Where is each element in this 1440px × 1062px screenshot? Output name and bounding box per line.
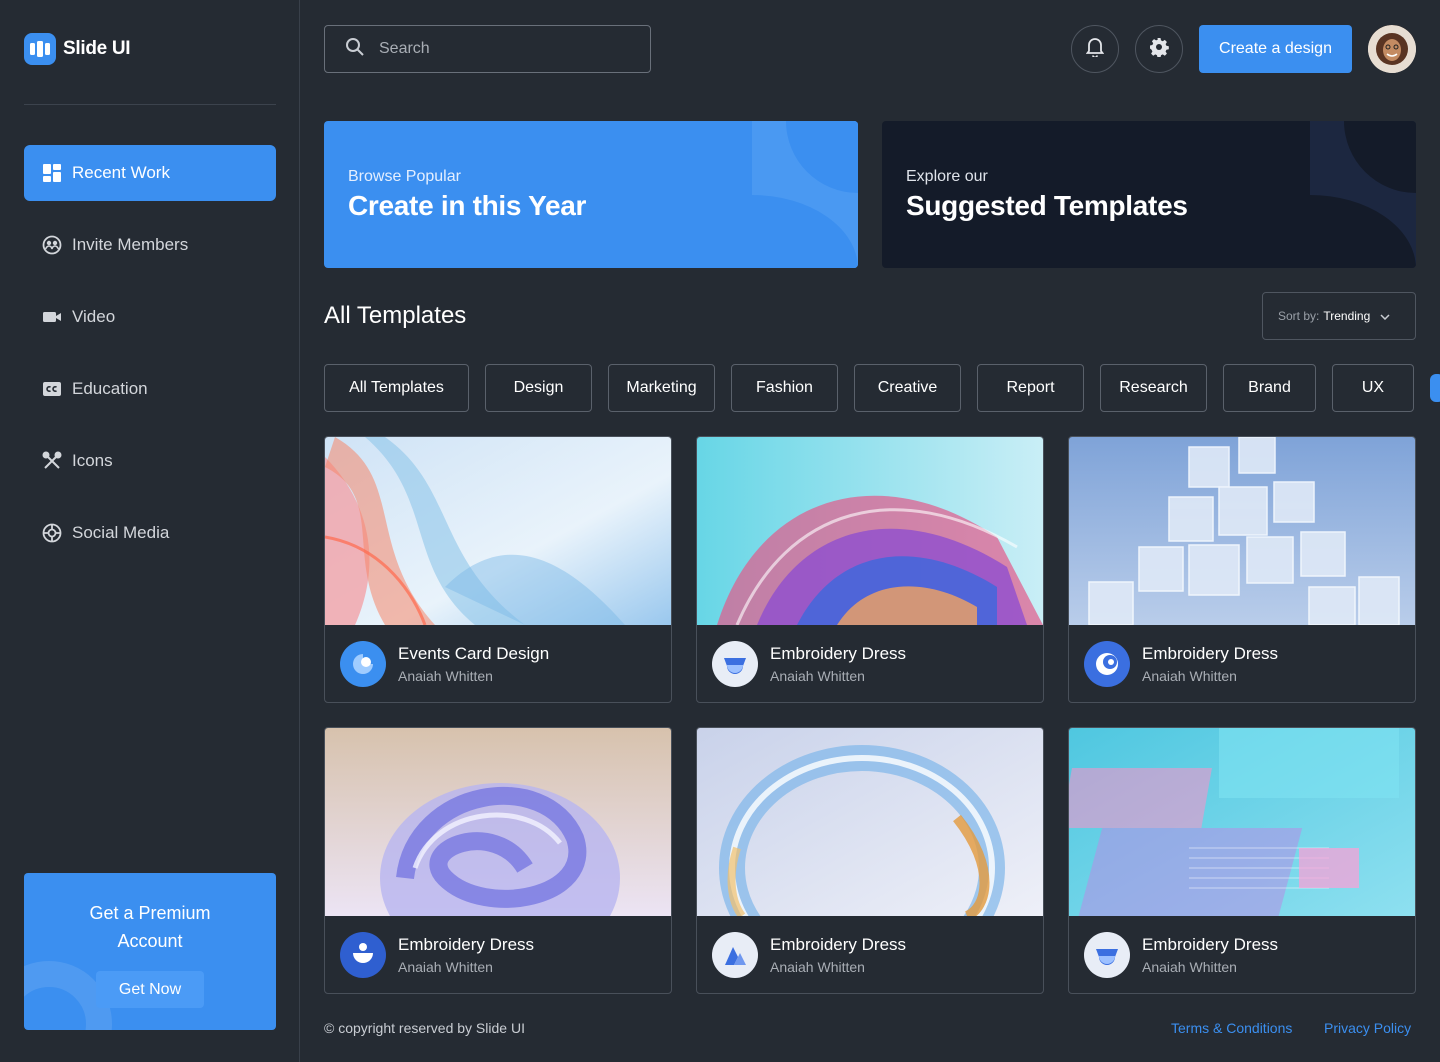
search-icon <box>345 37 365 62</box>
chevron-down-icon <box>1380 309 1390 323</box>
sidebar-nav: Recent Work Invite Members Video Educati… <box>24 145 276 577</box>
template-thumbnail <box>697 728 1043 916</box>
category-chip[interactable]: Marketing <box>608 364 715 412</box>
category-chip[interactable]: Research <box>1100 364 1207 412</box>
template-logo-icon <box>712 932 758 978</box>
sidebar-item-label: Education <box>72 379 148 398</box>
slides-logo-icon <box>24 33 56 65</box>
category-chip[interactable]: Report <box>977 364 1084 412</box>
template-title: Embroidery Dress <box>770 935 907 954</box>
sidebar-divider <box>24 104 276 105</box>
template-author: Anaiah Whitten <box>398 959 493 975</box>
sort-value: Trending <box>1323 309 1371 323</box>
template-title: Embroidery Dress <box>398 935 535 954</box>
sort-dropdown[interactable]: Sort by: Trending <box>1262 292 1416 340</box>
template-title: Events Card Design <box>398 644 550 663</box>
gear-icon <box>1149 37 1169 62</box>
sidebar-item-recent-work[interactable]: Recent Work <box>24 145 276 201</box>
template-card[interactable]: Embroidery Dress Anaiah Whitten <box>696 436 1044 703</box>
category-chip[interactable]: Design <box>485 364 592 412</box>
template-title: Embroidery Dress <box>1142 644 1279 663</box>
category-chip[interactable]: UX <box>1332 364 1414 412</box>
copyright: © copyright reserved by Slide UI <box>324 1020 525 1036</box>
notification-button[interactable] <box>1071 25 1119 73</box>
promo-title: Get a Premium Account <box>89 903 211 951</box>
sidebar-item-invite-members[interactable]: Invite Members <box>24 217 276 273</box>
category-chip[interactable]: Fashion <box>731 364 838 412</box>
template-card[interactable]: Embroidery Dress Anaiah Whitten <box>324 727 672 994</box>
template-card[interactable]: Embroidery Dress Anaiah Whitten <box>1068 727 1416 994</box>
sidebar-item-label: Recent Work <box>72 163 170 182</box>
template-author: Anaiah Whitten <box>770 959 865 975</box>
brand-name: Slide UI <box>63 38 131 59</box>
banner-decoration <box>752 121 858 268</box>
sidebar-item-label: Video <box>72 307 116 326</box>
template-title: Embroidery Dress <box>1142 935 1279 954</box>
template-thumbnail <box>325 728 671 916</box>
template-thumbnail <box>325 437 671 625</box>
bell-icon <box>1085 37 1105 62</box>
section-title: All Templates <box>324 302 467 329</box>
dashboard-icon <box>41 162 63 184</box>
category-chip[interactable]: All Templates <box>324 364 469 412</box>
scroll-next-handle[interactable] <box>1430 374 1440 402</box>
tools-icon <box>41 450 63 472</box>
banner-create-this-year[interactable]: Browse Popular Create in this Year <box>324 121 858 268</box>
template-card[interactable]: Events Card Design Anaiah Whitten <box>324 436 672 703</box>
sidebar-item-social-media[interactable]: Social Media <box>24 505 276 561</box>
video-camera-icon <box>41 306 63 328</box>
banner-suggested-templates[interactable]: Explore our Suggested Templates <box>882 121 1416 268</box>
template-thumbnail <box>1069 437 1415 625</box>
sidebar-item-icons[interactable]: Icons <box>24 433 276 489</box>
banner-title: Suggested Templates <box>906 190 1188 221</box>
sidebar-item-label: Icons <box>72 451 113 470</box>
template-author: Anaiah Whitten <box>770 668 865 684</box>
template-logo-icon <box>340 932 386 978</box>
category-chip[interactable]: Brand <box>1223 364 1316 412</box>
search-input[interactable]: Search <box>324 25 651 73</box>
sidebar-item-label: Social Media <box>72 523 170 542</box>
search-placeholder: Search <box>379 40 430 57</box>
template-author: Anaiah Whitten <box>1142 668 1237 684</box>
privacy-link[interactable]: Privacy Policy <box>1324 1020 1411 1036</box>
template-card[interactable]: Embroidery Dress Anaiah Whitten <box>1068 436 1416 703</box>
banner-title: Create in this Year <box>348 190 587 221</box>
template-logo-icon <box>1084 932 1130 978</box>
template-author: Anaiah Whitten <box>1142 959 1237 975</box>
template-logo-icon <box>712 641 758 687</box>
closed-caption-icon <box>41 378 63 400</box>
template-thumbnail <box>697 437 1043 625</box>
get-now-button[interactable]: Get Now <box>96 971 204 1008</box>
globe-icon <box>41 522 63 544</box>
sidebar: Slide UI Recent Work Invite Members Vide… <box>0 0 300 1062</box>
settings-button[interactable] <box>1135 25 1183 73</box>
sidebar-item-education[interactable]: Education <box>24 361 276 417</box>
terms-link[interactable]: Terms & Conditions <box>1171 1020 1292 1036</box>
banner-decoration <box>1310 121 1416 268</box>
banner-subtitle: Explore our <box>906 168 988 185</box>
sidebar-item-label: Invite Members <box>72 235 189 254</box>
premium-promo: Get a Premium Account Get Now <box>24 873 276 1030</box>
avatar[interactable] <box>1368 25 1416 73</box>
template-title: Embroidery Dress <box>770 644 907 663</box>
banner-subtitle: Browse Popular <box>348 168 461 185</box>
template-logo-icon <box>1084 641 1130 687</box>
create-design-button[interactable]: Create a design <box>1199 25 1352 73</box>
template-thumbnail <box>1069 728 1415 916</box>
sidebar-item-video[interactable]: Video <box>24 289 276 345</box>
template-author: Anaiah Whitten <box>398 668 493 684</box>
template-card[interactable]: Embroidery Dress Anaiah Whitten <box>696 727 1044 994</box>
category-filter: All Templates Design Marketing Fashion C… <box>324 364 1414 412</box>
users-icon <box>41 234 63 256</box>
template-logo-icon <box>340 641 386 687</box>
sort-label: Sort by: <box>1278 309 1320 323</box>
category-chip[interactable]: Creative <box>854 364 961 412</box>
brand[interactable]: Slide UI <box>24 33 131 65</box>
